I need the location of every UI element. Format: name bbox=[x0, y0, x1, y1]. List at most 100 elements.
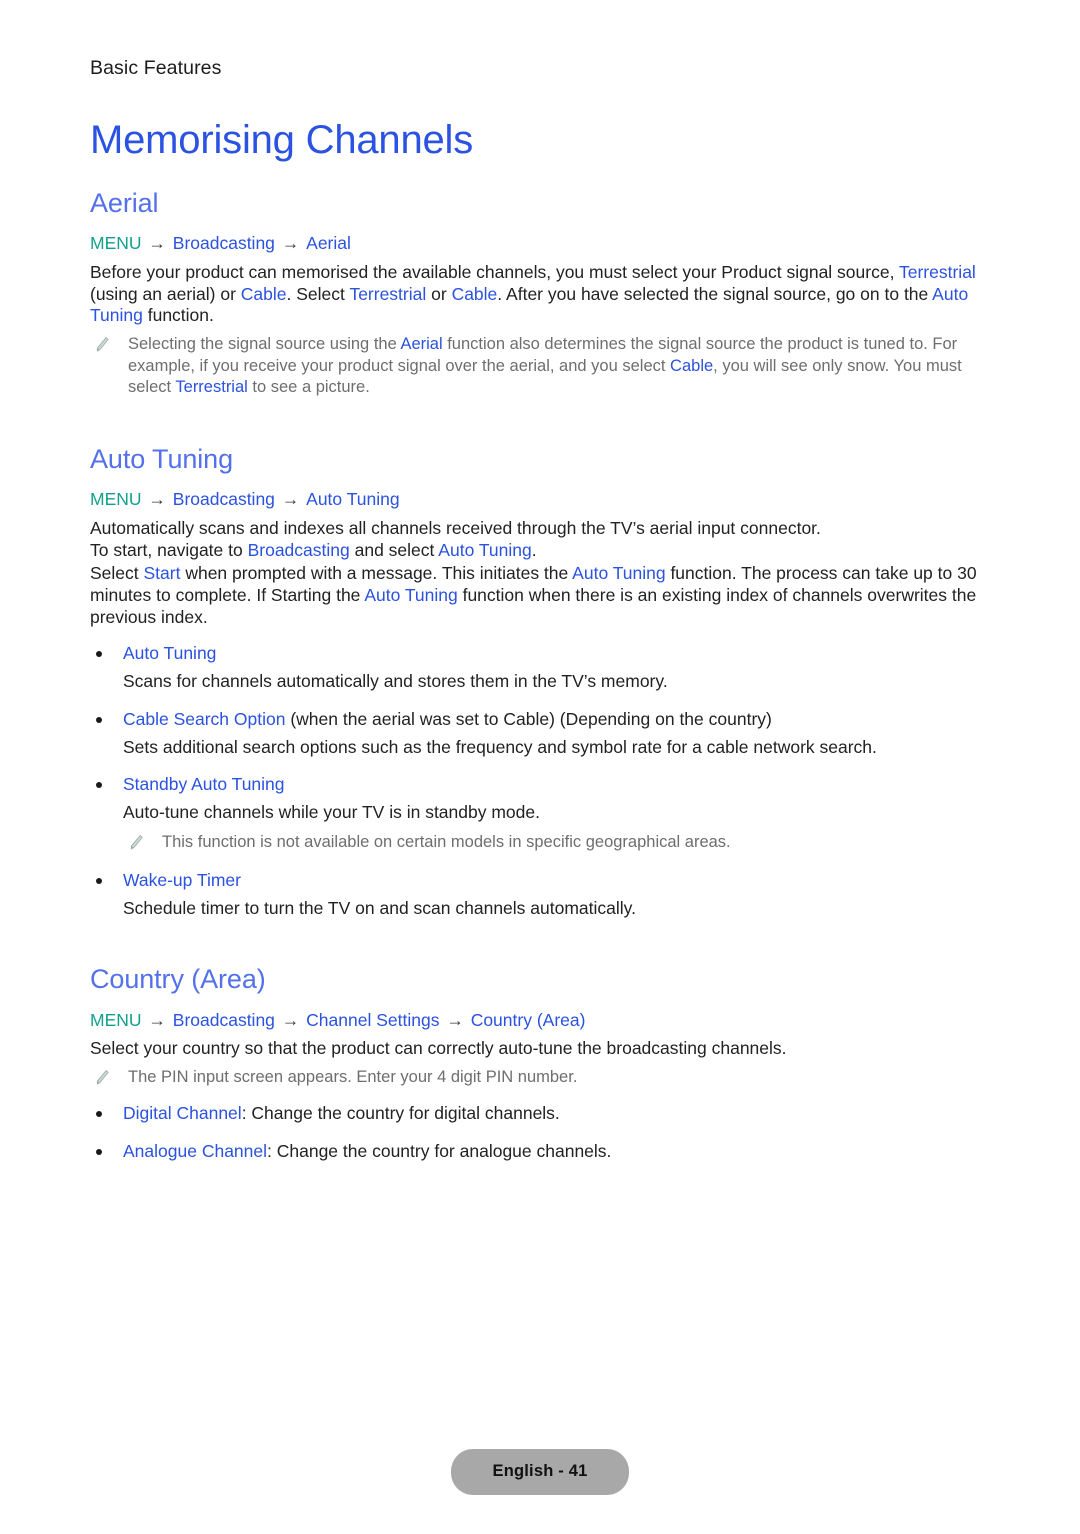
breadcrumb-arrow-icon: → bbox=[143, 1010, 171, 1031]
page-content: Memorising Channels Aerial MENU → Broadc… bbox=[90, 118, 990, 1162]
section-heading-country-area: Country (Area) bbox=[90, 964, 266, 995]
inline-highlight[interactable]: Aerial bbox=[400, 335, 442, 353]
bullet-dot-icon bbox=[96, 650, 102, 657]
inline-text: Select bbox=[90, 563, 144, 584]
paragraph-aerial-intro: Before your product can memorised the av… bbox=[90, 262, 990, 328]
inline-highlight[interactable]: Auto Tuning bbox=[364, 585, 457, 605]
inline-text: . Select bbox=[286, 283, 350, 304]
breadcrumb-item[interactable]: Aerial bbox=[306, 233, 351, 253]
note-aerial: Selecting the signal source using the Ae… bbox=[90, 334, 990, 398]
paragraph-auto-tuning-1: Automatically scans and indexes all chan… bbox=[90, 518, 990, 540]
pencil-icon bbox=[94, 1069, 110, 1087]
note-country-area: The PIN input screen appears. Enter your… bbox=[90, 1067, 990, 1088]
list-item-heading: Cable Search Option (when the aerial was… bbox=[90, 709, 990, 731]
inline-text: . After you have selected the signal sou… bbox=[497, 283, 933, 304]
breadcrumb-menu[interactable]: MENU bbox=[90, 489, 142, 509]
paragraph-country-area: Select your country so that the product … bbox=[90, 1038, 990, 1060]
inline-text: Before your product can memorised the av… bbox=[90, 261, 899, 282]
inline-highlight[interactable]: Auto Tuning bbox=[572, 563, 665, 583]
inline-text: Selecting the signal source using the bbox=[128, 335, 401, 354]
list-item-term[interactable]: Digital Channel bbox=[123, 1103, 242, 1123]
inline-text: when prompted with a message. This initi… bbox=[180, 563, 573, 584]
breadcrumb-auto-tuning: MENU → Broadcasting → Auto Tuning bbox=[90, 486, 990, 512]
list-item-description: Schedule timer to turn the TV on and sca… bbox=[123, 897, 636, 918]
breadcrumb-aerial: MENU → Broadcasting → Aerial bbox=[90, 230, 990, 256]
list-item-term[interactable]: Cable Search Option bbox=[123, 709, 285, 729]
breadcrumb-item[interactable]: Auto Tuning bbox=[306, 489, 399, 509]
page-title: Memorising Channels bbox=[90, 118, 474, 162]
breadcrumb-menu[interactable]: MENU bbox=[90, 1010, 142, 1030]
bullet-list-country-area: Digital Channel: Change the country for … bbox=[90, 1103, 990, 1163]
breadcrumb-item[interactable]: Broadcasting bbox=[173, 489, 275, 509]
breadcrumb-arrow-icon: → bbox=[276, 489, 305, 510]
inline-text: Select your country so that the product … bbox=[90, 1038, 787, 1059]
inline-text: (using an aerial) or bbox=[90, 283, 241, 304]
pencil-icon bbox=[128, 834, 144, 852]
bullet-dot-icon bbox=[96, 782, 102, 789]
note-aerial-text: Selecting the signal source using the Ae… bbox=[128, 335, 962, 396]
inline-highlight[interactable]: Cable bbox=[452, 284, 498, 304]
inline-highlight[interactable]: Terrestrial bbox=[175, 378, 247, 396]
list-item: Digital Channel: Change the country for … bbox=[90, 1103, 990, 1125]
list-item: Cable Search Option (when the aerial was… bbox=[90, 709, 990, 759]
paragraph-auto-tuning-2: To start, navigate to Broadcasting and s… bbox=[90, 540, 990, 562]
inline-highlight[interactable]: Broadcasting bbox=[248, 540, 350, 560]
list-item: Auto Tuning Scans for channels automatica… bbox=[90, 643, 990, 693]
breadcrumb-item[interactable]: Country (Area) bbox=[471, 1010, 586, 1030]
list-item-term[interactable]: Auto Tuning bbox=[123, 643, 216, 663]
inline-text: function. bbox=[142, 305, 214, 326]
section-heading-auto-tuning: Auto Tuning bbox=[90, 443, 234, 474]
bullet-dot-icon bbox=[96, 1148, 102, 1155]
list-item-note: This function is not available on certai… bbox=[90, 832, 990, 853]
inline-highlight[interactable]: Start bbox=[144, 563, 181, 583]
inline-text: to see a picture. bbox=[247, 378, 370, 397]
list-item-term[interactable]: Analogue Channel bbox=[123, 1141, 267, 1161]
inline-text: Automatically scans and indexes all chan… bbox=[90, 517, 821, 538]
list-item-heading: Auto Tuning bbox=[90, 643, 990, 665]
list-item: Standby Auto Tuning Auto-tune channels wh… bbox=[90, 774, 990, 853]
breadcrumb-country-area: MENU → Broadcasting → Channel Settings →… bbox=[90, 1007, 990, 1033]
inline-highlight[interactable]: Cable bbox=[241, 284, 287, 304]
breadcrumb-arrow-icon: → bbox=[276, 1010, 305, 1031]
list-item-heading: Analogue Channel: Change the country for… bbox=[90, 1141, 990, 1163]
list-item-heading: Digital Channel: Change the country for … bbox=[90, 1103, 990, 1125]
bullet-dot-icon bbox=[96, 877, 102, 884]
inline-highlight[interactable]: Auto Tuning bbox=[438, 540, 531, 560]
list-item-term[interactable]: Standby Auto Tuning bbox=[123, 774, 285, 794]
breadcrumb-item[interactable]: Channel Settings bbox=[306, 1010, 439, 1030]
inline-highlight[interactable]: Terrestrial bbox=[349, 284, 426, 304]
list-item-heading: Wake-up Timer bbox=[90, 870, 990, 892]
breadcrumb-item[interactable]: Broadcasting bbox=[173, 1010, 275, 1030]
bullet-dot-icon bbox=[96, 716, 102, 723]
document-page: Basic Features Memorising Channels Aeria… bbox=[0, 0, 1080, 1534]
list-item-note-text: This function is not available on certai… bbox=[162, 833, 731, 852]
list-item-description: Auto-tune channels while your TV is in s… bbox=[123, 802, 540, 823]
list-item: Analogue Channel: Change the country for… bbox=[90, 1141, 990, 1163]
breadcrumb-arrow-icon: → bbox=[276, 233, 305, 254]
pencil-icon bbox=[94, 336, 110, 354]
bullet-list-auto-tuning: Auto Tuning Scans for channels automatica… bbox=[90, 643, 990, 919]
inline-highlight[interactable]: Cable bbox=[670, 357, 713, 375]
page-number-badge: English - 41 bbox=[451, 1449, 629, 1495]
list-item-term-suffix: : Change the country for analogue channe… bbox=[267, 1140, 612, 1161]
inline-text: or bbox=[426, 283, 452, 304]
page-footer: English - 41 bbox=[0, 1449, 1080, 1495]
breadcrumb-arrow-icon: → bbox=[143, 233, 171, 254]
breadcrumb-arrow-icon: → bbox=[143, 489, 171, 510]
list-item-term-suffix: (when the aerial was set to Cable) (Depe… bbox=[285, 708, 772, 729]
bullet-dot-icon bbox=[96, 1110, 102, 1117]
list-item-heading: Standby Auto Tuning bbox=[90, 774, 990, 796]
list-item-term-suffix: : Change the country for digital channel… bbox=[241, 1102, 560, 1123]
list-item-term[interactable]: Wake-up Timer bbox=[123, 870, 241, 890]
inline-highlight[interactable]: Terrestrial bbox=[899, 262, 976, 282]
breadcrumb-menu[interactable]: MENU bbox=[90, 233, 142, 253]
note-country-area-text: The PIN input screen appears. Enter your… bbox=[128, 1068, 577, 1086]
list-item: Wake-up Timer Schedule timer to turn the … bbox=[90, 870, 990, 920]
list-item-description: Sets additional search options such as t… bbox=[123, 736, 877, 757]
section-heading-aerial: Aerial bbox=[90, 187, 159, 218]
inline-text: To start, navigate to bbox=[90, 540, 248, 561]
list-item-description: Scans for channels automatically and sto… bbox=[123, 670, 668, 691]
breadcrumb-item[interactable]: Broadcasting bbox=[173, 233, 275, 253]
inline-text: The PIN input screen appears. Enter your… bbox=[128, 1068, 578, 1087]
inline-text: . bbox=[531, 540, 537, 561]
